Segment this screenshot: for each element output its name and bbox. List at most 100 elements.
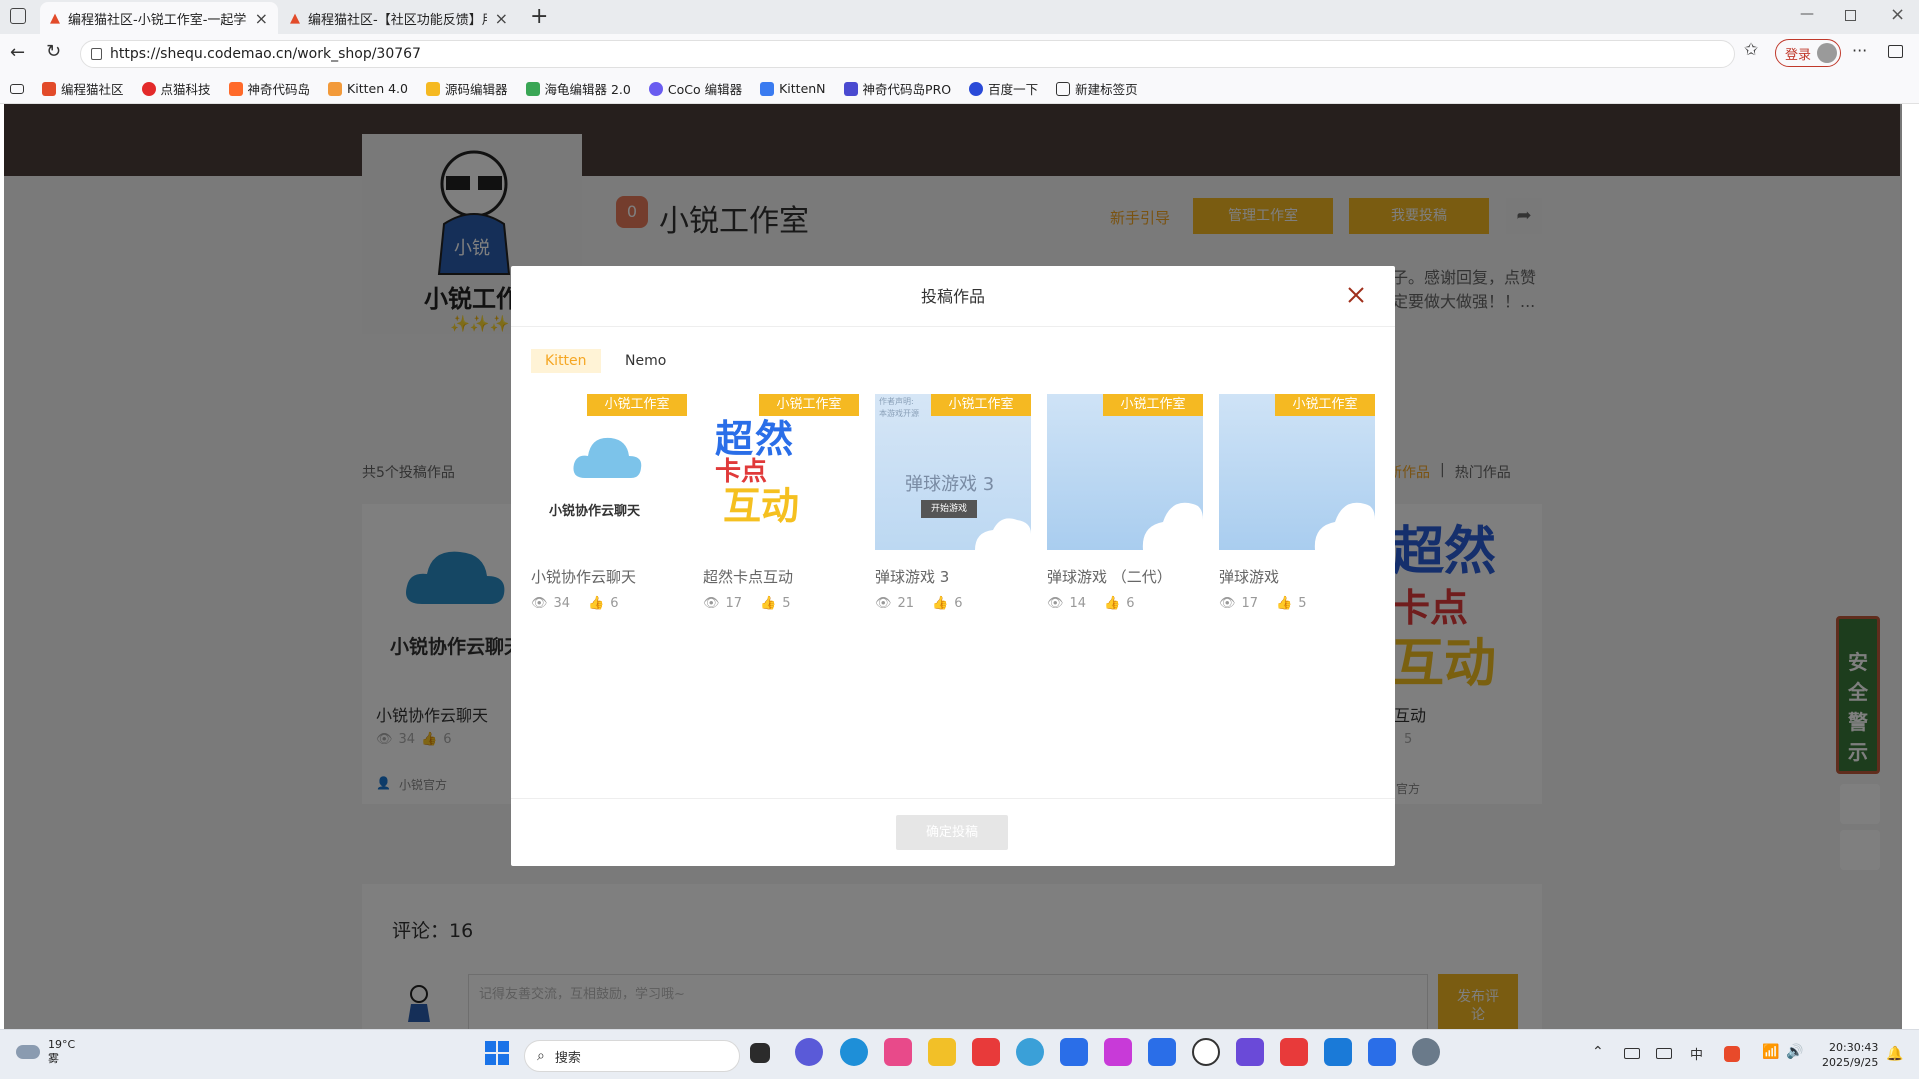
app-icon[interactable] (1016, 1038, 1044, 1066)
tab-title: 编程猫社区-【社区功能反馈】用户 (308, 12, 487, 28)
cloud-decoration (1219, 486, 1375, 550)
tab-actions-icon[interactable] (10, 8, 26, 24)
minimize-icon[interactable]: — (1800, 6, 1814, 22)
login-button[interactable]: 登录 (1775, 39, 1841, 67)
view-count: 34 (553, 596, 571, 611)
bookmark-item[interactable]: 海龟编辑器 2.0 (525, 79, 631, 98)
studio-tag: 小锐工作室 (1103, 394, 1203, 416)
chat-icon[interactable] (795, 1038, 823, 1066)
work-card-3[interactable]: 作者声明: 本游戏开源 弹球游戏 3 开始游戏 小锐工作室 弹球游戏 3 👁 21… (875, 394, 1031, 624)
windows-start-icon[interactable] (484, 1040, 510, 1066)
work-stats: 👁 34 👍 6 (531, 596, 619, 611)
wifi-icon[interactable]: 📶 (1762, 1044, 1779, 1060)
input-method-icon[interactable] (1656, 1048, 1672, 1059)
cloud-decoration (875, 504, 1031, 550)
work-card-4[interactable]: 小锐工作室 弹球游戏 （二代） 👁 14 👍 6 (1047, 394, 1203, 624)
restore-icon[interactable] (1845, 10, 1856, 21)
sidebar-icon[interactable] (1888, 45, 1903, 58)
search-label: 搜索 (554, 1050, 581, 1066)
settings-icon[interactable] (1412, 1038, 1440, 1066)
vscode-icon[interactable] (1324, 1038, 1352, 1066)
site-info-icon[interactable] (91, 48, 102, 60)
tab-nemo[interactable]: Nemo (611, 349, 680, 373)
sogou-icon[interactable] (1724, 1046, 1740, 1062)
work-thumbnail: 超然 卡点 互动 (703, 394, 859, 550)
work-card-2[interactable]: 超然 卡点 互动 小锐工作室 超然卡点互动 👁 17 👍 5 (703, 394, 859, 624)
volume-icon[interactable]: 🔊 (1786, 1044, 1803, 1060)
time: 20:30:43 (1829, 1041, 1879, 1054)
tab-kitten[interactable]: Kitten (531, 349, 601, 373)
work-card-1[interactable]: 小锐协作云聊天 小锐工作室 小锐协作云聊天 👁 34 👍 6 (531, 394, 687, 624)
close-icon[interactable] (1345, 284, 1367, 306)
new-tab-icon[interactable]: + (530, 4, 548, 29)
bookmark-item[interactable]: 神奇代码岛PRO (843, 79, 951, 98)
keyboard-icon[interactable] (1624, 1048, 1640, 1059)
notepad-icon[interactable] (1060, 1038, 1088, 1066)
language-icon[interactable]: 中 (1690, 1044, 1703, 1063)
eye-icon: 👁 (531, 596, 548, 611)
like-count: 6 (610, 596, 619, 611)
code-island-icon (228, 81, 243, 96)
browser-tab[interactable]: ▲ 编程猫社区-【社区功能反馈】用户 × (280, 2, 518, 34)
wps-icon[interactable] (972, 1038, 1000, 1066)
thumbnail-art: 超然 卡点 互动 (715, 417, 800, 528)
more-menu-icon[interactable]: ··· (1852, 41, 1867, 60)
refresh-icon[interactable]: ↻ (46, 41, 61, 62)
game-title: 弹球游戏 3 (905, 474, 995, 495)
cloud-weather-icon (16, 1045, 40, 1059)
bookmark-item[interactable]: 源码编辑器 (425, 79, 508, 98)
bookmark-item[interactable]: 编程猫社区 (42, 79, 124, 98)
browser-tab-bar: ▲ 编程猫社区-小锐工作室-一起学编程 × ▲ 编程猫社区-【社区功能反馈】用户… (0, 0, 1919, 34)
like-count: 5 (1298, 596, 1307, 611)
microsoft-365-icon[interactable] (1236, 1038, 1264, 1066)
edge-browser-icon[interactable] (840, 1038, 868, 1066)
work-thumbnail (1219, 394, 1375, 550)
calendar-icon[interactable] (1148, 1038, 1176, 1066)
game-note: 作者声明: 本游戏开源 (879, 397, 919, 418)
work-thumbnail: 小锐协作云聊天 (531, 394, 687, 550)
clock-display[interactable]: 20:30:43 2025/9/25 (1822, 1040, 1878, 1070)
bookmark-item[interactable]: 神奇代码岛 (228, 79, 310, 98)
notification-bell-icon[interactable]: 🔔 (1886, 1046, 1903, 1062)
store-icon[interactable] (1368, 1038, 1396, 1066)
close-tab-icon[interactable]: × (495, 9, 508, 28)
close-tab-icon[interactable]: × (255, 9, 268, 28)
reading-list-icon[interactable] (10, 83, 24, 94)
back-icon[interactable]: ← (10, 42, 25, 63)
task-view-icon[interactable] (750, 1043, 770, 1063)
eye-icon: 👁 (1047, 596, 1064, 611)
thumb-up-icon: 👍 (932, 596, 949, 611)
app-icon[interactable] (884, 1038, 912, 1066)
browser-tab-active[interactable]: ▲ 编程猫社区-小锐工作室-一起学编程 × (40, 2, 278, 34)
taskbar-search[interactable]: ⌕ 搜索 (524, 1040, 740, 1072)
bookmark-item[interactable]: 点猫科技 (141, 79, 211, 98)
file-explorer-icon[interactable] (928, 1038, 956, 1066)
bookmark-item[interactable]: Kitten 4.0 (328, 81, 408, 96)
view-count: 14 (1069, 596, 1087, 611)
bookmark-item[interactable]: CoCo 编辑器 (648, 79, 742, 98)
confirm-submit-button[interactable]: 确定投稿 (896, 815, 1008, 850)
url-field[interactable]: https://shequ.codemao.cn/work_shop/30767 (80, 40, 1735, 68)
tray-chevron-icon[interactable]: ⌃ (1592, 1044, 1604, 1060)
avatar (1817, 43, 1838, 63)
app-icon[interactable] (1280, 1038, 1308, 1066)
weather-widget[interactable]: 19°C 雾 (16, 1038, 75, 1066)
submit-work-modal: 投稿作品 Kitten Nemo 小锐协作云聊天 小锐工作室 小锐协作云聊天 👁… (511, 266, 1395, 866)
close-window-icon[interactable]: × (1890, 4, 1905, 25)
code-island-pro-icon (843, 81, 858, 96)
like-count: 6 (1126, 596, 1135, 611)
bookmark-item[interactable]: 百度一下 (969, 79, 1038, 98)
clock-icon[interactable] (1192, 1038, 1220, 1066)
bookmark-item[interactable]: 新建标签页 (1056, 79, 1138, 98)
favorites-list-icon[interactable]: ✩ (1744, 40, 1758, 60)
url-text: https://shequ.codemao.cn/work_shop/30767 (110, 46, 421, 62)
snipping-tool-icon[interactable] (1104, 1038, 1132, 1066)
thumb-up-icon: 👍 (588, 596, 605, 611)
work-card-5[interactable]: 小锐工作室 弹球游戏 👁 17 👍 5 (1219, 394, 1375, 624)
studio-tag: 小锐工作室 (1275, 394, 1375, 416)
bookmark-item[interactable]: KittenN (760, 81, 826, 96)
work-thumbnail: 作者声明: 本游戏开源 弹球游戏 3 开始游戏 (875, 394, 1031, 550)
modal-title: 投稿作品 (920, 287, 985, 306)
modal-footer-divider (511, 798, 1395, 799)
codemao-favicon-icon: ▲ (290, 10, 300, 26)
